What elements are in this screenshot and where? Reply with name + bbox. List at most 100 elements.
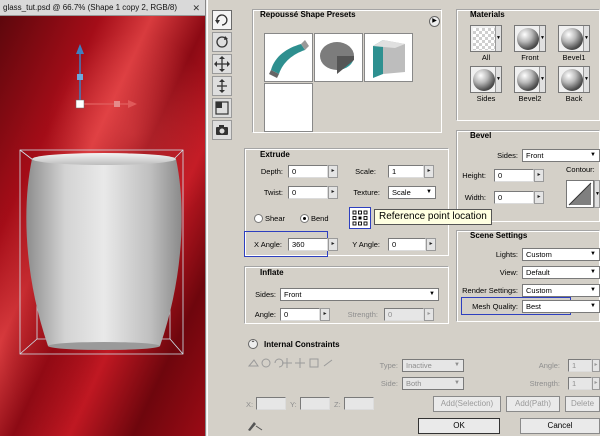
y-coord-field[interactable] <box>300 397 330 410</box>
presets-title: Repoussé Shape Presets <box>260 10 356 19</box>
constraint-angle-label: Angle: <box>538 361 560 370</box>
inflate-strength-field[interactable]: 0 <box>384 308 424 321</box>
scale-object-icon[interactable] <box>212 98 232 118</box>
roll-object-icon[interactable] <box>212 32 232 52</box>
reference-point-tooltip: Reference point location <box>374 209 492 225</box>
view-label: View: <box>499 268 518 277</box>
material-bevel1-swatch[interactable]: ▼ <box>558 25 590 52</box>
bevel-title: Bevel <box>470 131 492 140</box>
texture-dropdown[interactable]: Scale ▼ <box>388 186 436 199</box>
material-back-swatch[interactable]: ▼ <box>558 66 590 93</box>
bevel-height-label: Height: <box>462 171 486 180</box>
document-canvas[interactable]: glass_tut.psd @ 66.7% (Shape 1 copy 2, R… <box>0 0 205 436</box>
y-angle-stepper[interactable]: ▸ <box>426 238 436 251</box>
cancel-button[interactable]: Cancel <box>520 418 600 434</box>
material-front-swatch[interactable]: ▼ <box>514 25 546 52</box>
contour-preview[interactable] <box>566 180 594 208</box>
presets-menu-icon[interactable]: ▶ <box>429 16 440 27</box>
bevel-sides-value: Front <box>526 151 544 160</box>
y-angle-field[interactable]: 0 <box>388 238 426 251</box>
camera-icon[interactable] <box>212 120 232 140</box>
x-angle-stepper[interactable]: ▸ <box>328 238 338 251</box>
drag-object-icon[interactable] <box>212 54 232 74</box>
chevron-down-icon: ▼ <box>429 291 435 297</box>
bevel-width-label: Width: <box>464 193 486 202</box>
inflate-angle-stepper[interactable]: ▸ <box>320 308 330 321</box>
inflate-sides-dropdown[interactable]: Front ▼ <box>280 288 439 301</box>
constraint-angle-stepper[interactable]: ▸ <box>592 359 600 372</box>
shear-label: Shear <box>265 214 286 223</box>
scrub-icon[interactable] <box>246 420 264 432</box>
document-title: glass_tut.psd @ 66.7% (Shape 1 copy 2, R… <box>3 3 177 12</box>
x-angle-field[interactable]: 360 <box>288 238 328 251</box>
cup-3d-object[interactable] <box>0 16 205 436</box>
material-bevel2-swatch[interactable]: ▼ <box>514 66 546 93</box>
bevel-sides-dropdown[interactable]: Front ▼ <box>522 149 600 162</box>
preset-bent-extrude[interactable] <box>264 33 313 82</box>
mesh-quality-value: Best <box>526 302 542 311</box>
chevron-down-icon: ▼ <box>590 269 596 275</box>
material-all-swatch[interactable]: ▼ <box>470 25 502 52</box>
document-tab[interactable]: glass_tut.psd @ 66.7% (Shape 1 copy 2, R… <box>0 0 205 16</box>
chevron-down-icon: ▼ <box>583 67 589 92</box>
z-coord-field[interactable] <box>344 397 374 410</box>
bevel-height-stepper[interactable]: ▸ <box>534 169 544 182</box>
depth-field[interactable]: 0 <box>288 165 328 178</box>
chevron-down-icon: ▼ <box>495 26 501 51</box>
scale-stepper[interactable]: ▸ <box>424 165 434 178</box>
constraint-strength-stepper[interactable]: ▸ <box>592 377 600 390</box>
preset-pie-revolve[interactable] <box>314 33 363 82</box>
preset-empty[interactable] <box>264 83 313 132</box>
checker-icon <box>473 28 495 50</box>
z-label: Z: <box>334 400 341 409</box>
bevel-width-field[interactable]: 0 <box>494 191 534 204</box>
rotate-object-icon[interactable] <box>212 10 232 30</box>
render-settings-dropdown[interactable]: Custom ▼ <box>522 284 600 297</box>
twist-field[interactable]: 0 <box>288 186 328 199</box>
lights-value: Custom <box>526 250 552 259</box>
inflate-title: Inflate <box>260 268 284 277</box>
material-sides-swatch[interactable]: ▼ <box>470 66 502 93</box>
reference-point-button[interactable] <box>349 207 371 229</box>
view-dropdown[interactable]: Default ▼ <box>522 266 600 279</box>
close-icon[interactable]: ✕ <box>192 0 200 15</box>
add-selection-button[interactable]: Add(Selection) <box>433 396 501 412</box>
side-value: Both <box>406 379 422 388</box>
mesh-quality-dropdown[interactable]: Best ▼ <box>522 300 600 313</box>
bend-radio[interactable] <box>300 214 309 223</box>
chevron-down-icon: ▼ <box>454 362 460 368</box>
scale-field[interactable]: 1 <box>388 165 424 178</box>
bevel-height-field[interactable]: 0 <box>494 169 534 182</box>
constraint-strength-label: Strength: <box>529 379 560 388</box>
constraint-tools <box>246 356 364 370</box>
chevron-down-icon: ▼ <box>539 67 545 92</box>
x-coord-field[interactable] <box>256 397 286 410</box>
scale-label: Scale: <box>355 167 376 176</box>
constraint-strength-field[interactable]: 1 <box>568 377 592 390</box>
inflate-strength-stepper[interactable]: ▸ <box>424 308 434 321</box>
twist-stepper[interactable]: ▸ <box>328 186 338 199</box>
texture-label: Texture: <box>353 188 380 197</box>
texture-value: Scale <box>392 188 411 197</box>
add-path-button[interactable]: Add(Path) <box>506 396 560 412</box>
delete-button[interactable]: Delete <box>565 396 600 412</box>
inflate-angle-field[interactable]: 0 <box>280 308 320 321</box>
side-dropdown[interactable]: Both ▼ <box>402 377 464 390</box>
y-label: Y: <box>290 400 297 409</box>
ok-button[interactable]: OK <box>418 418 500 434</box>
type-dropdown[interactable]: Inactive ▼ <box>402 359 464 372</box>
side-label: Side: <box>380 379 398 388</box>
sphere-icon <box>561 69 583 91</box>
constraint-angle-field[interactable]: 1 <box>568 359 592 372</box>
lights-dropdown[interactable]: Custom ▼ <box>522 248 600 261</box>
preset-box[interactable] <box>364 33 413 82</box>
contour-label: Contour: <box>566 165 595 174</box>
chevron-down-icon: ▼ <box>495 67 501 92</box>
collapse-icon[interactable]: ⌃ <box>248 339 258 349</box>
chevron-down-icon[interactable]: ▼ <box>594 180 600 208</box>
bevel-width-stepper[interactable]: ▸ <box>534 191 544 204</box>
material-back-label: Back <box>565 94 583 103</box>
depth-stepper[interactable]: ▸ <box>328 165 338 178</box>
shear-radio[interactable] <box>254 214 263 223</box>
slide-object-icon[interactable] <box>212 76 232 96</box>
